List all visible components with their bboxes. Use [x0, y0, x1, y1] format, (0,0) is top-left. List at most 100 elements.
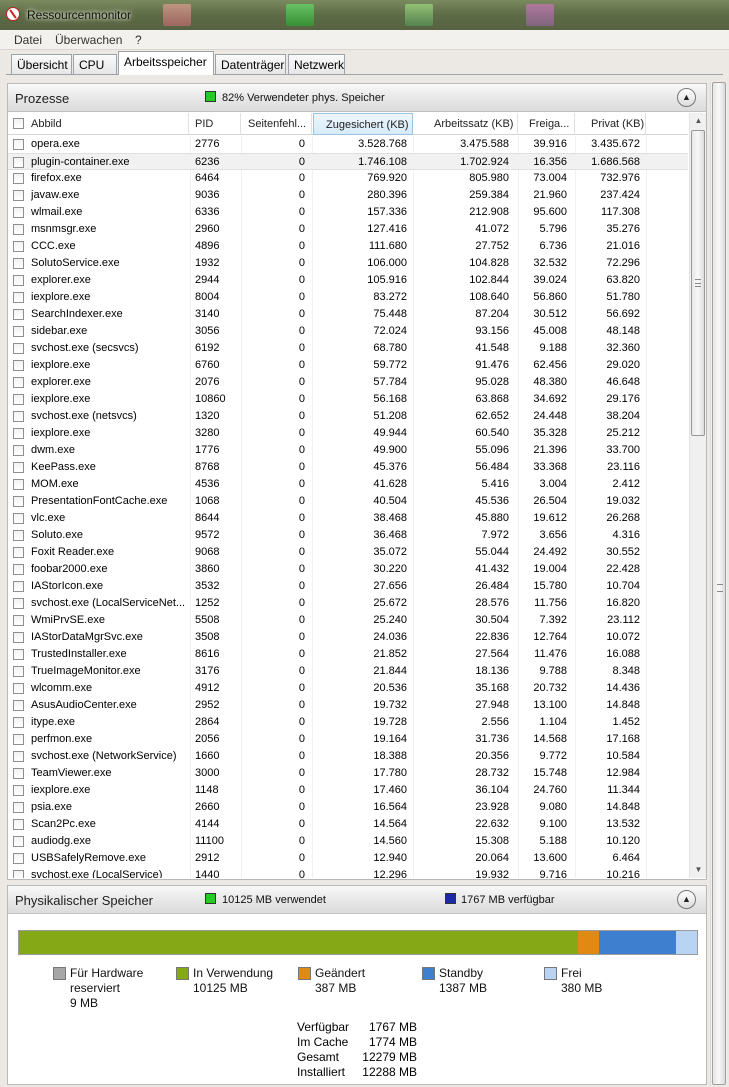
process-checkbox[interactable]: [13, 581, 24, 592]
table-row[interactable]: wlcomm.exe 4912 0 20.536 35.168 20.732 14.436: [8, 680, 688, 697]
process-checkbox[interactable]: [13, 547, 24, 558]
scrollbar-thumb[interactable]: [691, 130, 705, 436]
process-checkbox[interactable]: [13, 666, 24, 677]
process-checkbox[interactable]: [13, 632, 24, 643]
table-row[interactable]: dwm.exe 1776 0 49.900 55.096 21.396 33.700: [8, 442, 688, 459]
collapse-physical-memory-button[interactable]: ▲: [677, 890, 696, 909]
process-checkbox[interactable]: [13, 768, 24, 779]
process-checkbox[interactable]: [13, 157, 24, 168]
physical-memory-panel-header[interactable]: Physikalischer Speicher 10125 MB verwend…: [8, 886, 706, 914]
table-row[interactable]: svchost.exe (LocalService) 1440 0 12.296 19.…: [8, 867, 688, 878]
table-row[interactable]: SolutoService.exe 1932 0 106.000 104.828 32.5…: [8, 255, 688, 272]
column-header-pid[interactable]: PID: [191, 113, 241, 135]
table-row[interactable]: vlc.exe 8644 0 38.468 45.880 19.612 26.268: [8, 510, 688, 527]
table-row[interactable]: AsusAudioCenter.exe 2952 0 19.732 27.948 13.1…: [8, 697, 688, 714]
column-header-seitenfehler[interactable]: Seitenfehl...: [242, 113, 312, 135]
table-row[interactable]: perfmon.exe 2056 0 19.164 31.736 14.568 17.168: [8, 731, 688, 748]
column-header-zugesichert[interactable]: Zugesichert (KB): [313, 113, 413, 135]
menu-datei[interactable]: Datei: [14, 33, 42, 47]
process-checkbox[interactable]: [13, 513, 24, 524]
table-row[interactable]: Scan2Pc.exe 4144 0 14.564 22.632 9.100 13.532: [8, 816, 688, 833]
process-checkbox[interactable]: [13, 751, 24, 762]
process-checkbox[interactable]: [13, 853, 24, 864]
processes-panel-header[interactable]: Prozesse 82% Verwendeter phys. Speicher …: [8, 84, 706, 112]
process-checkbox[interactable]: [13, 411, 24, 422]
process-checkbox[interactable]: [13, 530, 24, 541]
process-checkbox[interactable]: [13, 734, 24, 745]
table-row[interactable]: iexplore.exe 1148 0 17.460 36.104 24.760 11.34…: [8, 782, 688, 799]
table-row[interactable]: USBSafelyRemove.exe 2912 0 12.940 20.064 13.6…: [8, 850, 688, 867]
scroll-up-arrow-icon[interactable]: ▲: [690, 113, 707, 129]
process-checkbox[interactable]: [13, 360, 24, 371]
table-row[interactable]: firefox.exe 6464 0 769.920 805.980 73.004 732.…: [8, 170, 688, 187]
table-row[interactable]: iexplore.exe 6760 0 59.772 91.476 62.456 29.02…: [8, 357, 688, 374]
column-header-abbild[interactable]: Abbild: [31, 113, 189, 135]
table-row[interactable]: svchost.exe (LocalServiceNet... 1252 0 25.6…: [8, 595, 688, 612]
table-row[interactable]: foobar2000.exe 3860 0 30.220 41.432 19.004 22.…: [8, 561, 688, 578]
table-row[interactable]: opera.exe 2776 0 3.528.768 3.475.588 39.916 3.…: [8, 136, 688, 153]
select-all-checkbox[interactable]: [13, 118, 24, 129]
process-checkbox[interactable]: [13, 394, 24, 405]
process-checkbox[interactable]: [13, 190, 24, 201]
scroll-down-arrow-icon[interactable]: ▼: [690, 862, 707, 878]
table-row[interactable]: TrueImageMonitor.exe 3176 0 21.844 18.136 9.7…: [8, 663, 688, 680]
process-checkbox[interactable]: [13, 819, 24, 830]
process-checkbox[interactable]: [13, 870, 24, 878]
process-checkbox[interactable]: [13, 700, 24, 711]
tab-netzwerk[interactable]: Netzwerk: [288, 54, 345, 74]
table-row[interactable]: TrustedInstaller.exe 8616 0 21.852 27.564 11.…: [8, 646, 688, 663]
process-checkbox[interactable]: [13, 802, 24, 813]
table-row[interactable]: TeamViewer.exe 3000 0 17.780 28.732 15.748 12.…: [8, 765, 688, 782]
process-checkbox[interactable]: [13, 785, 24, 796]
process-checkbox[interactable]: [13, 598, 24, 609]
table-row[interactable]: msnmsgr.exe 2960 0 127.416 41.072 5.796 35.276: [8, 221, 688, 238]
process-checkbox[interactable]: [13, 139, 24, 150]
process-checkbox[interactable]: [13, 717, 24, 728]
process-checkbox[interactable]: [13, 309, 24, 320]
process-checkbox[interactable]: [13, 683, 24, 694]
table-row[interactable]: audiodg.exe 11100 0 14.560 15.308 5.188 10.120: [8, 833, 688, 850]
table-row[interactable]: MOM.exe 4536 0 41.628 5.416 3.004 2.412: [8, 476, 688, 493]
process-checkbox[interactable]: [13, 173, 24, 184]
column-header-arbeitssatz[interactable]: Arbeitssatz (KB): [414, 113, 518, 135]
process-checkbox[interactable]: [13, 241, 24, 252]
collapse-processes-button[interactable]: ▲: [677, 88, 696, 107]
table-row[interactable]: svchost.exe (NetworkService) 1660 0 18.388 2…: [8, 748, 688, 765]
table-row[interactable]: iexplore.exe 3280 0 49.944 60.540 35.328 25.21…: [8, 425, 688, 442]
tab-uebersicht[interactable]: Übersicht: [11, 54, 72, 74]
window-scrollbar[interactable]: [710, 82, 727, 1085]
tab-datentraeger[interactable]: Datenträger: [215, 54, 286, 74]
process-checkbox[interactable]: [13, 428, 24, 439]
process-checkbox[interactable]: [13, 207, 24, 218]
table-row[interactable]: SearchIndexer.exe 3140 0 75.448 87.204 30.512…: [8, 306, 688, 323]
column-header-freigabe[interactable]: Freiga...: [519, 113, 575, 135]
table-row[interactable]: IAStorIcon.exe 3532 0 27.656 26.484 15.780 10.…: [8, 578, 688, 595]
table-row[interactable]: javaw.exe 9036 0 280.396 259.384 21.960 237.42…: [8, 187, 688, 204]
table-row[interactable]: wlmail.exe 6336 0 157.336 212.908 95.600 117.3…: [8, 204, 688, 221]
menu-ueberwachen[interactable]: Überwachen: [55, 33, 122, 47]
table-row[interactable]: Soluto.exe 9572 0 36.468 7.972 3.656 4.316: [8, 527, 688, 544]
table-row[interactable]: WmiPrvSE.exe 5508 0 25.240 30.504 7.392 23.112: [8, 612, 688, 629]
tab-cpu[interactable]: CPU: [73, 54, 117, 74]
process-checkbox[interactable]: [13, 615, 24, 626]
table-row[interactable]: plugin-container.exe 6236 0 1.746.108 1.702.…: [8, 153, 688, 170]
table-row[interactable]: IAStorDataMgrSvc.exe 3508 0 24.036 22.836 12.…: [8, 629, 688, 646]
table-row[interactable]: iexplore.exe 10860 0 56.168 63.868 34.692 29.1…: [8, 391, 688, 408]
process-checkbox[interactable]: [13, 496, 24, 507]
process-checkbox[interactable]: [13, 564, 24, 575]
table-row[interactable]: Foxit Reader.exe 9068 0 35.072 55.044 24.492 3…: [8, 544, 688, 561]
table-row[interactable]: explorer.exe 2944 0 105.916 102.844 39.024 63.…: [8, 272, 688, 289]
process-checkbox[interactable]: [13, 343, 24, 354]
menu-help[interactable]: ?: [135, 33, 142, 47]
process-checkbox[interactable]: [13, 224, 24, 235]
table-row[interactable]: KeePass.exe 8768 0 45.376 56.484 33.368 23.116: [8, 459, 688, 476]
table-row[interactable]: svchost.exe (netsvcs) 1320 0 51.208 62.652 24…: [8, 408, 688, 425]
process-table-scrollbar[interactable]: ▲ ▼: [689, 113, 706, 878]
process-checkbox[interactable]: [13, 479, 24, 490]
tab-arbeitsspeicher[interactable]: Arbeitsspeicher: [118, 51, 214, 75]
window-scrollbar-thumb[interactable]: [712, 82, 726, 1085]
table-row[interactable]: itype.exe 2864 0 19.728 2.556 1.104 1.452: [8, 714, 688, 731]
process-checkbox[interactable]: [13, 275, 24, 286]
table-row[interactable]: iexplore.exe 8004 0 83.272 108.640 56.860 51.7…: [8, 289, 688, 306]
table-row[interactable]: psia.exe 2660 0 16.564 23.928 9.080 14.848: [8, 799, 688, 816]
